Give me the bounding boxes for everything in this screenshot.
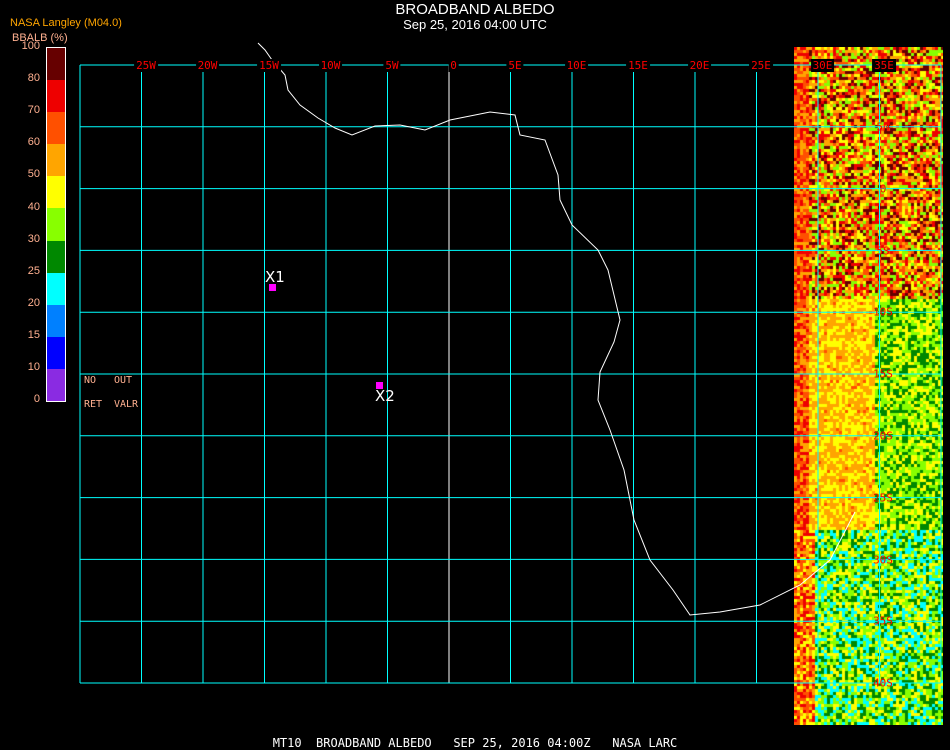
marker-x2-label: X2 xyxy=(375,387,395,405)
longitude-label: 15W xyxy=(257,59,281,72)
longitude-label: 10W xyxy=(318,59,343,72)
grid-lines xyxy=(79,64,942,684)
longitude-label: 35E xyxy=(872,59,896,72)
latitude-label: 35S xyxy=(873,614,893,628)
latitude-label: 15S xyxy=(873,367,893,381)
latitude-label: 5N xyxy=(876,120,890,134)
latitude-label: 5S xyxy=(876,244,890,258)
longitude-label: 5E xyxy=(506,59,524,72)
latitude-label: 25S xyxy=(873,491,893,505)
latitude-label: 10S xyxy=(873,305,893,319)
longitude-label: 15E xyxy=(626,59,650,72)
latitude-label: 40S xyxy=(873,676,893,690)
latitude-label: 30S xyxy=(873,553,893,567)
longitude-label: 20W xyxy=(195,59,220,72)
footer-caption: MT10 BROADBAND ALBEDO SEP 25, 2016 04:00… xyxy=(272,736,678,750)
longitude-label: 10E xyxy=(564,59,589,72)
coastline xyxy=(257,42,856,616)
marker-x1-label: X1 xyxy=(265,268,285,286)
longitude-label: 20E xyxy=(687,59,712,72)
latitude-label: 20S xyxy=(873,429,893,443)
longitude-label: 0 xyxy=(448,59,459,72)
longitude-label: 25W xyxy=(134,59,158,72)
longitude-label: 30E xyxy=(810,59,835,72)
longitude-label: 5W xyxy=(383,59,401,72)
longitude-label: 25E xyxy=(749,59,773,72)
latitude-label: 0 xyxy=(879,182,887,196)
map-grid xyxy=(79,42,942,684)
